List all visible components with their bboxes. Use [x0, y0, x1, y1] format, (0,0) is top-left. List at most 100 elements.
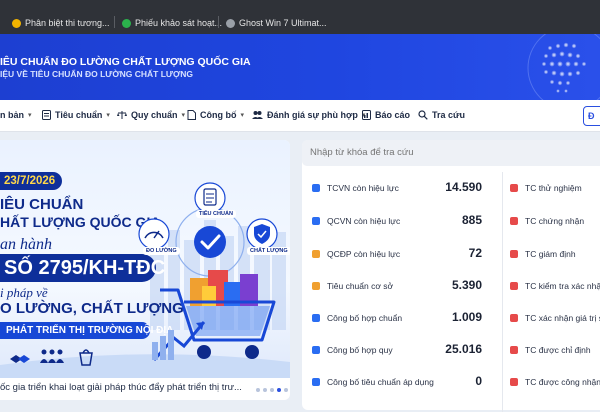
login-button[interactable]: Đ: [583, 106, 600, 126]
stat-label: TC xác nhận giá trị sử dụng: [525, 313, 600, 323]
document-icon: [312, 346, 320, 354]
slider-dots[interactable]: [256, 388, 288, 392]
people-icon: [252, 111, 263, 119]
document-icon: [312, 250, 320, 258]
stat-tc-chung-nhan[interactable]: TC chứng nhận: [510, 214, 600, 228]
document-icon: [312, 217, 320, 225]
nav-item-bao-cao[interactable]: Báo cáo: [362, 110, 410, 120]
bookmark-label: Ghost Win 7 Ultimat...: [239, 18, 327, 28]
stats-divider: [502, 172, 503, 412]
collaboration-icons: [10, 349, 93, 366]
chevron-down-icon: ▾: [240, 112, 245, 119]
report-icon: [362, 110, 371, 120]
stat-label: QCĐP còn hiệu lực: [327, 249, 401, 259]
stat-value: 0: [475, 374, 482, 388]
bookmarks-bar: Phân biệt thi tương... Phiếu khảo sát ho…: [0, 0, 600, 34]
nav-label: Tra cứu: [432, 110, 466, 120]
stat-label: QCVN còn hiệu lực: [327, 216, 401, 226]
chevron-down-icon: ▾: [181, 112, 186, 119]
stat-value: 14.590: [445, 180, 482, 194]
stat-label: TC được công nhận: [525, 377, 600, 387]
stat-label: TC chứng nhận: [525, 216, 585, 226]
news-caption[interactable]: ốc gia triển khai loạt giải pháp thúc đẩ…: [0, 382, 270, 393]
stat-label: Công bố hợp quy: [327, 345, 393, 355]
slider-dot[interactable]: [263, 388, 267, 392]
nav-label: Đánh giá sự phù hợp: [267, 110, 358, 120]
nav-label: Công bố: [200, 110, 237, 120]
bookmark-label: Phiếu khảo sát hoạt...: [135, 18, 223, 28]
scale-icon: [117, 111, 127, 119]
slider-dot[interactable]: [256, 388, 260, 392]
inspection-icon: [510, 250, 518, 258]
promo-line-3: an hành: [0, 236, 52, 253]
stat-tc-thu-nghiem[interactable]: TC thử nghiệm: [510, 181, 600, 195]
stat-value: 72: [468, 246, 482, 260]
document-icon: [312, 378, 320, 386]
document-icon: [312, 314, 320, 322]
stat-value: 25.016: [445, 342, 482, 356]
bookmark-label: Phân biệt thi tương...: [25, 18, 110, 28]
nav-label: n bản: [0, 110, 24, 120]
stat-label: TCVN còn hiệu lực: [327, 183, 399, 193]
document-icon: [42, 110, 51, 120]
stats-panel: TCVN còn hiệu lực 14.590 QCVN còn hiệu l…: [302, 140, 600, 412]
stat-label: Công bố tiêu chuẩn áp dụng: [327, 377, 434, 387]
slider-dot[interactable]: [270, 388, 274, 392]
validate-icon: [510, 314, 518, 322]
nav-label: Báo cáo: [375, 110, 411, 120]
certificate-icon: [510, 217, 518, 225]
check-icon: [510, 282, 518, 290]
stat-label: TC được chỉ định: [525, 345, 591, 355]
stat-tc-xac-nhan[interactable]: TC xác nhận giá trị sử dụng: [510, 311, 600, 325]
stat-tc-kiem-tra[interactable]: TC kiểm tra xác nhận: [510, 279, 600, 293]
slider-dot-active[interactable]: [277, 388, 281, 392]
label-measure: ĐO LƯỜNG: [143, 247, 180, 255]
file-icon: [187, 110, 196, 120]
green-circle-icon: [122, 18, 131, 28]
bookmark-2[interactable]: Phiếu khảo sát hoạt...: [122, 16, 222, 30]
nav-item-tra-cuu[interactable]: Tra cứu: [418, 110, 465, 120]
shopping-cart-icon: [152, 270, 276, 362]
nav-item-danh-gia[interactable]: Đánh giá sự phù hợp ▾: [252, 110, 365, 120]
chevron-down-icon: ▾: [106, 112, 110, 119]
dotted-globe-icon: [527, 34, 600, 100]
main-nav: n bản ▾ Tiêu chuẩn ▾ Quy chuẩn ▾ Công bố ▾ Đ…: [0, 100, 600, 132]
stat-label: TC kiểm tra xác nhận: [525, 281, 600, 291]
search-icon: [418, 110, 428, 120]
banner-subtitle: IỆU VỀ TIÊU CHUẨN ĐO LƯỜNG CHẤT LƯỢNG: [0, 69, 193, 79]
document-icon: [312, 282, 320, 290]
chevron-down-icon: ▾: [28, 112, 32, 119]
stat-tc-chi-dinh[interactable]: TC được chỉ định: [510, 343, 600, 357]
promo-line-5: i pháp về: [0, 285, 48, 300]
promo-line-1: IÊU CHUẨN: [0, 196, 84, 213]
nav-item-van-ban[interactable]: n bản ▾: [0, 110, 32, 120]
stat-label: Tiêu chuẩn cơ sở: [327, 281, 394, 291]
news-slider[interactable]: 23/7/2026 IÊU CHUẨN HẤT LƯỢNG QUỐC GIA a…: [0, 140, 290, 400]
promo-date: 23/7/2026: [0, 172, 62, 190]
yellow-circle-icon: [12, 18, 21, 28]
stat-label: TC thử nghiệm: [525, 183, 582, 193]
lab-icon: [510, 184, 518, 192]
stat-tc-giam-dinh[interactable]: TC giám định: [510, 247, 600, 261]
accreditation-icon: [510, 378, 518, 386]
stat-value: 1.009: [451, 310, 482, 324]
label-standard: TIÊU CHUẨN: [196, 210, 236, 218]
banner-title: IÊU CHUẨN ĐO LƯỜNG CHẤT LƯỢNG QUỐC GIA: [0, 56, 251, 68]
slider-dot[interactable]: [284, 388, 288, 392]
nav-label: Quy chuẩn: [131, 110, 178, 120]
bookmark-1[interactable]: Phân biệt thi tương...: [12, 16, 109, 30]
stat-tc-cong-nhan[interactable]: TC được công nhận: [510, 375, 600, 389]
nav-label: Tiêu chuẩn: [55, 110, 103, 120]
document-icon: [312, 184, 320, 192]
designation-icon: [510, 346, 518, 354]
bookmark-3[interactable]: Ghost Win 7 Ultimat...: [226, 16, 327, 30]
promo-image: 23/7/2026 IÊU CHUẨN HẤT LƯỢNG QUỐC GIA a…: [0, 140, 290, 378]
nav-item-cong-bo[interactable]: Công bố ▾: [187, 110, 244, 120]
stat-value: 885: [461, 213, 482, 227]
search-input[interactable]: [302, 140, 600, 166]
nav-item-quy-chuan[interactable]: Quy chuẩn ▾: [117, 110, 185, 120]
bookmark-separator: [114, 16, 115, 28]
promo-line-7: PHÁT TRIỂN THỊ TRƯỜNG NỘI ĐỊA: [0, 322, 173, 339]
label-quality: CHẤT LƯỢNG: [247, 247, 290, 255]
nav-item-tieu-chuan[interactable]: Tiêu chuẩn ▾: [42, 110, 110, 120]
